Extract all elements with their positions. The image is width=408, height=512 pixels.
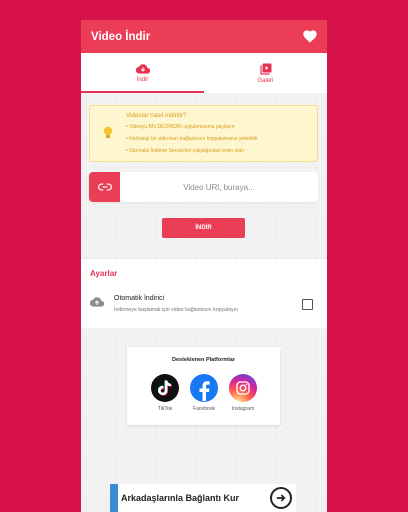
- supported-platforms-card: Desteklenen Platformlar TikTok Facebook …: [127, 347, 280, 425]
- platform-facebook-label: Facebook: [193, 406, 215, 412]
- tab-download-label: İndir: [136, 76, 149, 83]
- info-bullet-1: • Videoyu BİV.DEOİNDİR uygulamasına payl…: [126, 124, 235, 130]
- cloud-icon: [90, 297, 104, 307]
- settings-section: Ayarlar Otomatik İndirici İndirmeye başl…: [81, 259, 327, 328]
- download-page: Videolar nasıl indirilir? • Videoyu BİV.…: [81, 93, 327, 512]
- instagram-icon: [229, 374, 257, 402]
- tiktok-icon: [151, 374, 179, 402]
- app-screen: Video İndir İndir Galeri Videolar nasıl …: [81, 20, 327, 512]
- ad-banner[interactable]: Arkadaşlarınla Bağlantı Kur: [110, 484, 296, 512]
- ad-choices-icon[interactable]: [110, 484, 118, 512]
- tab-download[interactable]: İndir: [81, 53, 204, 93]
- app-title: Video İndir: [91, 30, 151, 43]
- download-button[interactable]: İNDİR: [162, 218, 245, 238]
- how-to-info-box: Videolar nasıl indirilir? • Videoyu BİV.…: [89, 105, 318, 162]
- platform-tiktok[interactable]: TikTok: [145, 374, 185, 412]
- link-icon[interactable]: [89, 172, 120, 202]
- app-bar: Video İndir: [81, 20, 327, 53]
- platform-facebook[interactable]: Facebook: [184, 374, 224, 412]
- tab-bar: İndir Galeri: [81, 53, 327, 93]
- cloud-download-icon: [135, 63, 150, 74]
- info-bullet-2: • Herhangi bir videonun bağlantısını kop…: [126, 136, 258, 142]
- auto-download-checkbox[interactable]: [302, 299, 313, 310]
- platform-instagram[interactable]: Instagram: [223, 374, 263, 412]
- url-input[interactable]: [120, 172, 318, 202]
- tab-gallery-label: Galeri: [257, 77, 274, 84]
- video-library-icon: [259, 63, 271, 75]
- facebook-icon: [190, 374, 218, 402]
- url-field: [89, 172, 318, 202]
- settings-title: Ayarlar: [90, 269, 118, 278]
- arrow-right-icon[interactable]: [270, 487, 292, 509]
- heart-icon[interactable]: [303, 30, 317, 43]
- platform-tiktok-label: TikTok: [157, 406, 173, 412]
- platform-instagram-label: Instagram: [231, 406, 255, 412]
- tab-gallery[interactable]: Galeri: [204, 53, 327, 93]
- auto-download-description: İndirmeye başlamak için video bağlantısı…: [114, 307, 238, 313]
- info-bullet-3: • Otomatik İndirme Servisi'nin çalıştığı…: [126, 148, 245, 154]
- info-question: Videolar nasıl indirilir?: [126, 112, 187, 119]
- lightbulb-icon: [103, 126, 113, 138]
- auto-download-title: Otomatik İndirici: [114, 295, 165, 302]
- platforms-title: Desteklenen Platformlar: [172, 357, 235, 363]
- ad-text: Arkadaşlarınla Bağlantı Kur: [121, 493, 240, 503]
